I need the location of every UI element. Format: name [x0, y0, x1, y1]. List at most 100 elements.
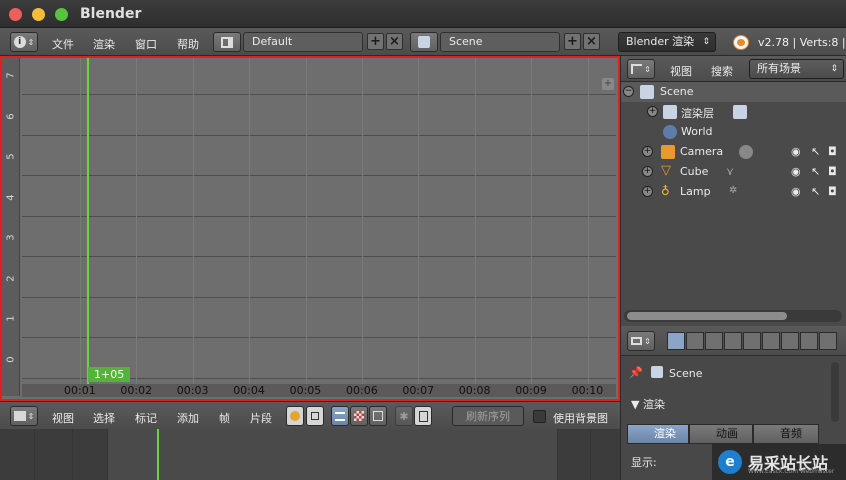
display-mode-both-button[interactable] [369, 406, 387, 426]
outliner-menu-search[interactable]: 搜索 [711, 63, 733, 79]
checker-icon [354, 411, 364, 421]
close-window-button[interactable] [9, 8, 22, 21]
chevron-updown-icon: ⇕ [644, 336, 651, 346]
menu-window[interactable]: 窗口 [135, 36, 157, 52]
maximize-window-button[interactable] [55, 8, 68, 21]
x-tick-label: 00:04 [233, 384, 265, 397]
timeline-menu-add[interactable]: 添加 [177, 410, 199, 426]
tab-render-icon[interactable] [667, 332, 685, 350]
refresh-sequence-button[interactable]: 刷新序列 [452, 406, 524, 426]
display-mode-sequencer-button[interactable] [331, 406, 349, 426]
timeline-menu-view[interactable]: 视图 [52, 410, 74, 426]
timeline-menu-strip[interactable]: 片段 [250, 410, 272, 426]
properties-scrollbar[interactable] [831, 362, 839, 422]
timeline-header: ⇕ 视图 选择 标记 添加 帧 片段 ✱ 刷新序列 使用背景图 [0, 401, 620, 429]
animation-button[interactable]: 动画 [689, 424, 753, 444]
region-expand-icon[interactable]: + [602, 78, 614, 90]
outliner-row-cube[interactable]: + ▽ Cube ⋎ ◉ ↖ ◘ [621, 162, 846, 182]
outliner-row-render-layer[interactable]: + 渲染层 [621, 102, 846, 122]
outliner-scroll-thumb[interactable] [627, 312, 787, 320]
tab-scene-icon[interactable] [705, 332, 723, 350]
outliner-filter-dropdown[interactable]: 所有场景 ⇕ [749, 59, 844, 79]
timeline-graph-editor[interactable]: 76543210 00:01 00:02 00:03 00:04 00:05 00:06 0… [0, 56, 620, 401]
render-layer-icon [733, 105, 747, 119]
scene-selector[interactable] [410, 32, 438, 52]
cursor-icon[interactable]: ↖ [811, 165, 820, 178]
y-axis-ruler: 7 6 5 4 3 2 1 0 [2, 58, 20, 396]
render-camera-icon[interactable]: ◘ [828, 165, 837, 178]
render-camera-icon[interactable]: ◘ [828, 145, 837, 158]
timeline-menu-select[interactable]: 选择 [93, 410, 115, 426]
expand-icon[interactable]: + [642, 166, 653, 177]
clipboard-button[interactable] [414, 406, 432, 426]
tab-world-icon[interactable] [724, 332, 742, 350]
snap-button[interactable]: ✱ [395, 406, 413, 426]
display-mode-preview-button[interactable] [350, 406, 368, 426]
render-engine-dropdown[interactable]: Blender 渲染 ⇕ [618, 32, 716, 52]
menu-file[interactable]: 文件 [52, 36, 74, 52]
grid-row-line [22, 134, 616, 136]
collapse-icon[interactable]: − [623, 86, 634, 97]
use-backdrop-checkbox[interactable] [533, 410, 546, 423]
delete-scene-button[interactable]: × [583, 33, 600, 50]
outliner-row-world[interactable]: World [621, 122, 846, 142]
y-tick-label: 1 [5, 315, 17, 322]
lock-button[interactable] [306, 406, 324, 426]
timeline-body[interactable] [0, 429, 620, 480]
add-scene-button[interactable]: + [564, 33, 581, 50]
expand-icon[interactable]: + [647, 106, 658, 117]
pin-icon[interactable]: 📌 [629, 366, 643, 379]
render-camera-icon[interactable]: ◘ [828, 185, 837, 198]
outliner-row-lamp[interactable]: + ♁ Lamp ✲ ◉ ↖ ◘ [621, 182, 846, 202]
x-axis-ruler[interactable]: 00:01 00:02 00:03 00:04 00:05 00:06 00:07 00:08… [22, 384, 616, 397]
grid-col-line [136, 58, 138, 384]
expand-icon[interactable]: + [642, 146, 653, 157]
timeline-playhead[interactable] [157, 429, 159, 480]
grid-row-line [22, 215, 616, 217]
menu-render[interactable]: 渲染 [93, 36, 115, 52]
delete-screen-button[interactable]: × [386, 33, 403, 50]
y-tick-label: 6 [5, 112, 17, 120]
render-panel-title[interactable]: ▼ 渲染 [631, 396, 665, 412]
outliner-row-camera[interactable]: + Camera ◉ ↖ ◘ [621, 142, 846, 162]
outliner-row-scene[interactable]: − Scene [621, 82, 846, 102]
cursor-icon[interactable]: ↖ [811, 145, 820, 158]
camera-data-icon [739, 145, 753, 159]
frame-range-area [107, 429, 557, 480]
eye-icon[interactable]: ◉ [791, 185, 801, 198]
minimize-window-button[interactable] [32, 8, 45, 21]
window-titlebar: Blender [0, 0, 846, 28]
eye-icon[interactable]: ◉ [791, 165, 801, 178]
tab-render-layers-icon[interactable] [686, 332, 704, 350]
menu-help[interactable]: 帮助 [177, 36, 199, 52]
tab-modifiers-icon[interactable] [781, 332, 799, 350]
current-frame-playhead[interactable] [87, 58, 89, 384]
outliner-scrollbar[interactable] [624, 310, 842, 322]
add-screen-button[interactable]: + [367, 33, 384, 50]
properties-editor-type-button[interactable]: ⇕ [627, 331, 655, 351]
x-tick-label: 00:05 [289, 384, 322, 397]
clock-icon [290, 411, 300, 421]
expand-icon[interactable]: + [642, 186, 653, 197]
sequencer-view-button[interactable] [286, 406, 304, 426]
mesh-data-icon: ⋎ [726, 165, 735, 178]
timeline-menu-frame[interactable]: 帧 [219, 410, 230, 426]
tab-material-icon[interactable] [819, 332, 837, 350]
tab-data-icon[interactable] [800, 332, 818, 350]
render-button[interactable]: 渲染 [627, 424, 689, 444]
outliner-menu-view[interactable]: 视图 [670, 63, 692, 79]
tab-object-icon[interactable] [743, 332, 761, 350]
grid-col-line [80, 58, 81, 384]
outliner-editor-type-button[interactable]: ⇕ [627, 59, 655, 79]
timeline-editor-type-button[interactable]: ⇕ [10, 406, 38, 426]
scene-field[interactable]: Scene [440, 32, 560, 52]
editor-type-button[interactable]: i ⇕ [10, 32, 38, 52]
cursor-icon[interactable]: ↖ [811, 185, 820, 198]
screen-layout-selector[interactable] [213, 32, 241, 52]
audio-button[interactable]: 音频 [753, 424, 819, 444]
timeline-menu-marker[interactable]: 标记 [135, 410, 157, 426]
eye-icon[interactable]: ◉ [791, 145, 801, 158]
tab-constraints-icon[interactable] [762, 332, 780, 350]
watermark-subtext: Www.Easck.Com Webmaster [748, 468, 835, 475]
screen-layout-field[interactable]: Default [243, 32, 363, 52]
